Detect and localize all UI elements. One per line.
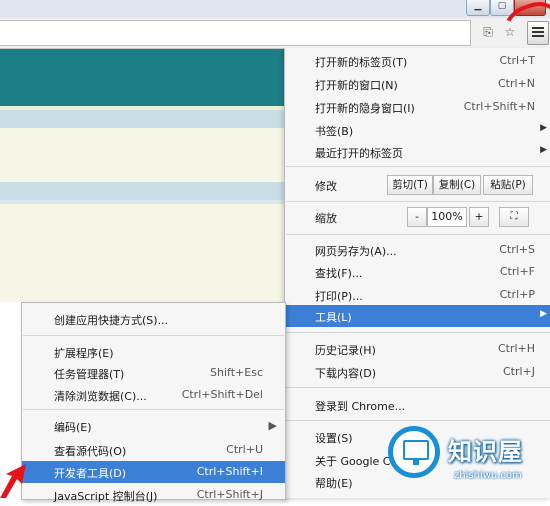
zoom-out-button[interactable]: - xyxy=(407,207,427,227)
submenu-arrow-icon: ▶ xyxy=(268,419,277,432)
submenu-arrow-icon: ▶ xyxy=(540,145,547,155)
menu-edit-row: 修改 剪切(T) 复制(C) 粘贴(P) xyxy=(285,172,550,198)
menu-find[interactable]: 查找(F)... Ctrl+F xyxy=(285,261,550,283)
menu-new-incognito[interactable]: 打开新的隐身窗口(I) Ctrl+Shift+N xyxy=(285,96,550,118)
menu-separator xyxy=(286,387,550,388)
address-bar[interactable] xyxy=(0,20,471,46)
watermark: 知识屋 zhishiwu.com xyxy=(382,420,550,498)
menu-tools[interactable]: 工具(L) ▶ xyxy=(285,305,550,327)
minimize-button[interactable]: ▁ xyxy=(466,0,490,16)
submenu-create-shortcut[interactable]: 创建应用快捷方式(S)... xyxy=(22,308,285,330)
paste-button[interactable]: 粘贴(P) xyxy=(483,175,533,195)
tools-submenu: 创建应用快捷方式(S)... 扩展程序(E) 任务管理器(T) Shift+Es… xyxy=(21,302,286,503)
submenu-separator xyxy=(23,409,284,410)
menu-separator xyxy=(286,166,550,167)
menu-bookmarks[interactable]: 书签(B) ▶ xyxy=(285,119,550,141)
zoom-in-button[interactable]: + xyxy=(469,207,489,227)
submenu-arrow-icon: ▶ xyxy=(540,309,547,319)
submenu-clear-data[interactable]: 清除浏览数据(C)... Ctrl+Shift+Del xyxy=(22,384,285,406)
minimize-icon: ▁ xyxy=(474,1,482,11)
watermark-logo-icon xyxy=(388,426,440,478)
maximize-icon: ▢ xyxy=(497,1,507,11)
menu-new-tab[interactable]: 打开新的标签页(T) Ctrl+T xyxy=(285,50,550,72)
menu-zoom-row: 缩放 - 100% + ⛶ xyxy=(285,204,550,230)
submenu-view-source[interactable]: 查看源代码(O) Ctrl+U xyxy=(22,439,285,461)
menu-separator xyxy=(286,234,550,235)
watermark-title: 知识屋 xyxy=(448,438,523,466)
window-titlebar: ▁ ▢ xyxy=(0,0,550,18)
chrome-menu-button[interactable] xyxy=(527,21,549,45)
fullscreen-icon: ⛶ xyxy=(510,211,518,222)
page-action-icon[interactable]: ⎘ xyxy=(480,24,496,40)
menu-save-as[interactable]: 网页另存为(A)... Ctrl+S xyxy=(285,239,550,261)
bookmark-star-icon[interactable]: ☆ xyxy=(502,24,518,40)
fullscreen-button[interactable]: ⛶ xyxy=(499,207,529,227)
hamburger-icon xyxy=(532,27,544,29)
menu-separator xyxy=(286,332,550,333)
copy-button[interactable]: 复制(C) xyxy=(433,175,481,195)
menu-print[interactable]: 打印(P)... Ctrl+P xyxy=(285,284,550,306)
menu-separator xyxy=(286,201,550,202)
submenu-separator xyxy=(23,335,284,336)
submenu-task-manager[interactable]: 任务管理器(T) Shift+Esc xyxy=(22,362,285,384)
cut-button[interactable]: 剪切(T) xyxy=(387,175,433,195)
annotation-arrow-icon xyxy=(0,464,26,498)
submenu-extensions[interactable]: 扩展程序(E) xyxy=(22,341,285,363)
close-button[interactable] xyxy=(514,0,546,16)
menu-history[interactable]: 历史记录(H) Ctrl+H xyxy=(285,338,550,360)
watermark-site: zhishiwu.com xyxy=(454,470,522,481)
menu-new-window[interactable]: 打开新的窗口(N) Ctrl+N xyxy=(285,73,550,95)
zoom-level: 100% xyxy=(427,207,467,227)
browser-toolbar: ⎘ ☆ xyxy=(0,18,550,49)
submenu-encoding[interactable]: 编码(E) ▶ xyxy=(22,415,285,437)
menu-downloads[interactable]: 下载内容(D) Ctrl+J xyxy=(285,361,550,383)
submenu-dev-tools[interactable]: 开发者工具(D) Ctrl+Shift+I xyxy=(22,461,285,483)
menu-recent-tabs[interactable]: 最近打开的标签页 ▶ xyxy=(285,141,550,163)
submenu-js-console[interactable]: JavaScript 控制台(J) Ctrl+Shift+J xyxy=(22,484,285,506)
menu-signin[interactable]: 登录到 Chrome... xyxy=(285,394,550,416)
maximize-button[interactable]: ▢ xyxy=(490,0,514,16)
submenu-arrow-icon: ▶ xyxy=(540,123,547,133)
